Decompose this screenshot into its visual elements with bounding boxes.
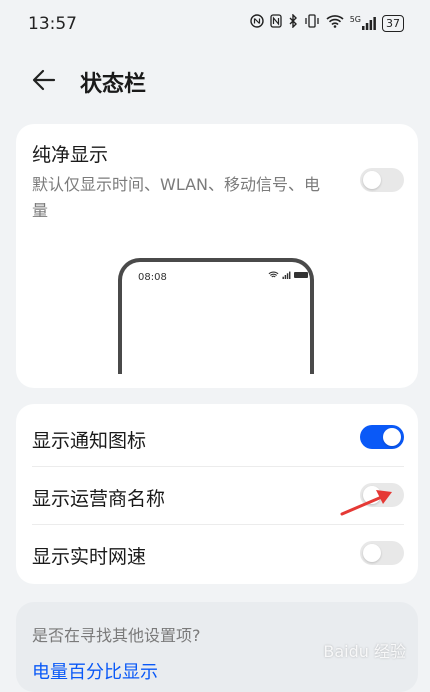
baidu-watermark: Baidu 经验 xyxy=(323,642,406,661)
network-speed-toggle[interactable] xyxy=(360,541,404,565)
nfc-icon xyxy=(250,14,264,32)
annotation-arrow-icon xyxy=(340,490,392,516)
pure-display-title: 纯净显示 xyxy=(32,144,109,166)
network-type: 5G xyxy=(349,15,361,24)
status-time: 13:57 xyxy=(28,14,77,34)
notification-icons-toggle[interactable] xyxy=(360,425,404,449)
toggle-knob xyxy=(363,171,381,189)
setting-label: 显示运营商名称 xyxy=(32,488,166,510)
preview-signal-icon xyxy=(282,271,291,279)
bluetooth-icon xyxy=(288,13,298,32)
setting-label: 显示通知图标 xyxy=(32,430,147,452)
pure-display-description: 默认仅显示时间、WLAN、移动信号、电量 xyxy=(32,175,321,220)
status-bar-preview: 08:08 xyxy=(118,258,314,374)
battery-level: 37 xyxy=(386,16,400,30)
pure-display-card: 纯净显示 默认仅显示时间、WLAN、移动信号、电量 08:08 xyxy=(16,124,418,388)
status-bar: 13:57 5G 37 xyxy=(0,0,430,48)
setting-row-network-speed[interactable]: 显示实时网速 xyxy=(16,524,418,582)
wifi-icon xyxy=(326,14,344,32)
status-icons: 5G 37 xyxy=(250,13,404,32)
battery-icon: 37 xyxy=(382,14,404,32)
preview-status-icons xyxy=(268,271,308,279)
setting-label: 显示实时网速 xyxy=(32,546,147,568)
nfc-n-icon xyxy=(270,14,282,32)
preview-time: 08:08 xyxy=(138,272,167,283)
back-arrow-icon[interactable] xyxy=(30,66,58,94)
toggle-knob xyxy=(363,544,381,562)
preview-battery-icon xyxy=(294,272,308,278)
battery-percentage-link[interactable]: 电量百分比显示 xyxy=(32,658,158,684)
page-header: 状态栏 xyxy=(0,58,430,104)
preview-wifi-icon xyxy=(268,271,279,278)
search-suggestion-question: 是否在寻找其他设置项? xyxy=(32,626,201,645)
setting-row-notification-icons[interactable]: 显示通知图标 xyxy=(16,408,418,466)
toggle-knob xyxy=(383,428,401,446)
page-title: 状态栏 xyxy=(80,72,147,97)
pure-display-toggle[interactable] xyxy=(360,168,404,192)
cellular-signal-icon: 5G xyxy=(350,16,376,30)
vibrate-icon xyxy=(304,14,320,32)
